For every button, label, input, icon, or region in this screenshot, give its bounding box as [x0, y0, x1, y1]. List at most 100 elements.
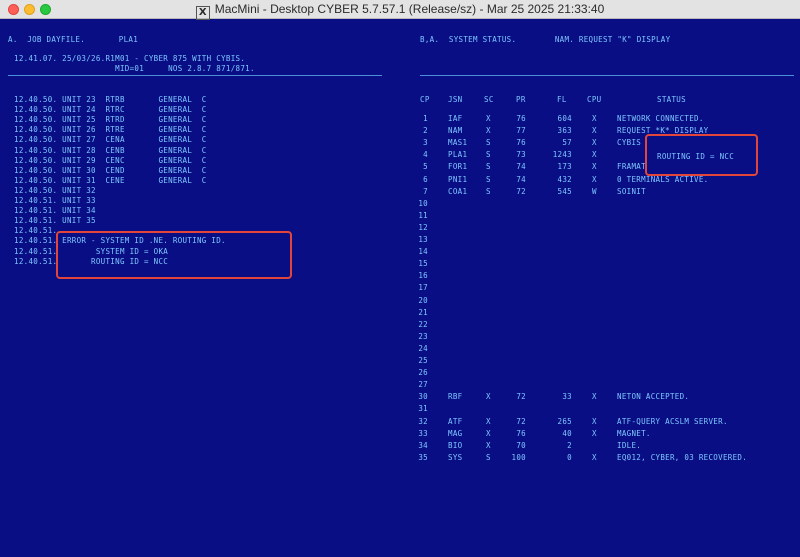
- status-cell-cp: 22: [418, 319, 428, 329]
- terminal-screen[interactable]: A. JOB DAYFILE. PLA1 12.41.07. 25/03/26.…: [0, 18, 800, 557]
- status-cell-status: FRAMAT: [617, 162, 646, 172]
- status-cell-fl: 545: [557, 186, 572, 196]
- status-cell-cp: 4: [423, 150, 428, 160]
- status-cell-pr: 74: [516, 174, 526, 184]
- status-row: 21: [0, 308, 800, 318]
- system-banner-line-2: MID=01 NOS 2.8.7 871/871.: [14, 64, 255, 73]
- status-cell-cp: 34: [418, 440, 428, 450]
- status-row: 24: [0, 344, 800, 354]
- status-cell-fl: 2: [567, 440, 572, 450]
- status-cell-cp: 3: [423, 138, 428, 148]
- status-cell-cp: 14: [418, 247, 428, 257]
- window-titlebar[interactable]: X MacMini - Desktop CYBER 5.7.57.1 (Relea…: [0, 0, 800, 20]
- status-cell-sc: S: [486, 174, 491, 184]
- status-cell-fl: 173: [557, 162, 572, 172]
- status-row: 30 RBF X 72 33 X NETON ACCEPTED.: [0, 392, 800, 402]
- status-cell-fl: 265: [557, 416, 572, 426]
- status-cell-cp: 11: [418, 210, 428, 220]
- status-row: 22: [0, 320, 800, 330]
- status-cell-cp: 21: [418, 307, 428, 317]
- status-cell-status: NETWORK CONNECTED.: [617, 114, 704, 123]
- status-cell-cpu: X: [592, 452, 597, 462]
- status-cell-sc: S: [486, 452, 491, 462]
- status-cell-jsn: RBF: [448, 392, 463, 402]
- status-cell-cp: 33: [418, 428, 428, 438]
- status-cell-fl: 363: [557, 126, 572, 136]
- window-title: MacMini - Desktop CYBER 5.7.57.1 (Releas…: [214, 2, 605, 16]
- status-cell-pr: 70: [516, 440, 526, 450]
- dayfile-line: 12.40.50. UNIT 23 RTRB GENERAL C: [14, 95, 207, 104]
- status-cell-jsn: PLA1: [448, 150, 468, 160]
- status-cell-fl: 40: [562, 428, 572, 438]
- status-cell-cpu: X: [592, 162, 597, 172]
- status-cell-cp: 2: [423, 126, 428, 136]
- status-row: 11: [0, 211, 800, 221]
- status-cell-sc: X: [486, 416, 491, 426]
- status-cell-sc: S: [486, 186, 491, 196]
- left-panel-header: A. JOB DAYFILE. PLA1: [8, 35, 139, 44]
- status-column-header: SC: [484, 95, 494, 104]
- status-cell-cpu: W: [592, 186, 597, 196]
- status-cell-cp: 12: [418, 222, 428, 232]
- status-cell-jsn: SYS: [448, 452, 463, 462]
- status-cell-jsn: IAF: [448, 114, 463, 123]
- status-column-header: PR: [516, 95, 526, 104]
- status-cell-sc: S: [486, 138, 491, 148]
- status-cell-fl: 33: [562, 392, 572, 402]
- status-column-header: CP: [420, 95, 430, 104]
- status-cell-cpu: X: [592, 114, 597, 123]
- status-cell-cp: 16: [418, 271, 428, 281]
- status-cell-cp: 5: [423, 162, 428, 172]
- status-cell-pr: 76: [516, 428, 526, 438]
- status-cell-pr: 76: [516, 114, 526, 123]
- status-cell-status: NETON ACCEPTED.: [617, 392, 690, 402]
- status-cell-cpu: X: [592, 174, 597, 184]
- status-cell-sc: S: [486, 162, 491, 172]
- status-cell-pr: 72: [516, 416, 526, 426]
- status-cell-cp: 17: [418, 283, 428, 293]
- status-cell-sc: X: [486, 440, 491, 450]
- status-cell-cpu: X: [592, 150, 597, 160]
- status-cell-status: CYBIS: [617, 138, 642, 148]
- status-row: 33 MAG X 76 40 X MAGNET.: [0, 429, 800, 439]
- status-cell-fl: 604: [557, 114, 572, 123]
- status-cell-fl: 57: [562, 138, 572, 148]
- status-cell-status: MAGNET.: [617, 428, 651, 438]
- status-cell-status: ATF-QUERY ACSLM SERVER.: [617, 416, 728, 426]
- right-panel-header: B,A. SYSTEM STATUS. NAM. REQUEST "K" DIS…: [420, 35, 671, 44]
- status-cell-cpu: X: [592, 416, 597, 426]
- status-cell-cp: 35: [418, 452, 428, 462]
- status-cell-cp: 7: [423, 186, 428, 196]
- status-column-header: CPU: [587, 95, 602, 104]
- status-cell-jsn: MAG: [448, 428, 463, 438]
- status-cell-pr: 76: [516, 138, 526, 148]
- status-cell-status: SOINIT: [617, 186, 646, 196]
- status-row: 35 SYS S 100 0 X EQ012, CYBER, 03 RECOVERED.: [0, 453, 800, 463]
- status-cell-cp: 6: [423, 174, 428, 184]
- status-cell-cp: 15: [418, 259, 428, 269]
- status-row: 20: [0, 296, 800, 306]
- status-cell-cp: 13: [418, 235, 428, 244]
- status-cell-jsn: ATF: [448, 416, 463, 426]
- status-cell-jsn: FOR1: [448, 162, 468, 172]
- status-cell-cpu: X: [592, 392, 597, 402]
- routing-id-highlight-box: [645, 134, 758, 176]
- status-cell-sc: X: [486, 126, 491, 136]
- error-highlight-box: [56, 231, 292, 279]
- status-cell-pr: 72: [516, 392, 526, 402]
- status-cell-cp: 26: [418, 368, 428, 378]
- status-row: 17: [0, 283, 800, 293]
- status-cell-status: 0 TERMINALS ACTIVE.: [617, 174, 709, 184]
- left-divider: [8, 75, 382, 76]
- status-cell-cp: 1: [423, 114, 428, 123]
- status-cell-cp: 10: [418, 198, 428, 208]
- status-cell-jsn: BIO: [448, 440, 463, 450]
- status-cell-pr: 74: [516, 162, 526, 172]
- status-cell-fl: 0: [567, 452, 572, 462]
- status-cell-cp: 24: [418, 343, 428, 353]
- status-row: 27: [0, 380, 800, 390]
- status-cell-jsn: NAM: [448, 126, 463, 136]
- status-row: 6 PNI1 S 74 432 X 0 TERMINALS ACTIVE.: [0, 175, 800, 185]
- status-cell-jsn: PNI1: [448, 174, 468, 184]
- status-row: 31: [0, 404, 800, 414]
